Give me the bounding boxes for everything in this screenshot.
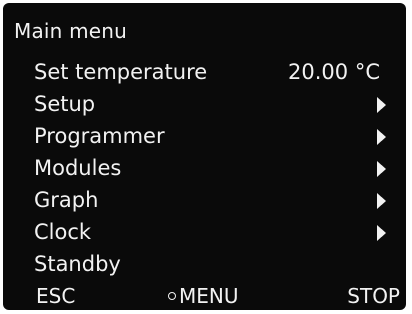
menu-item-label: Setup bbox=[34, 92, 96, 116]
menu-item-graph[interactable]: Graph bbox=[34, 184, 386, 216]
softkey-bar: ESC MENU STOP bbox=[3, 282, 406, 310]
menu-title: Main menu bbox=[14, 19, 128, 43]
circle-icon bbox=[168, 291, 176, 300]
temperature-value: 20.00 °C bbox=[288, 60, 380, 84]
menu-item-label: Programmer bbox=[34, 124, 165, 148]
display-screen: Main menu Set temperature 20.00 °C Setup… bbox=[3, 3, 406, 310]
menu-item-set-temperature[interactable]: Set temperature 20.00 °C bbox=[34, 56, 386, 88]
submenu-arrow-icon bbox=[377, 129, 386, 145]
submenu-arrow-icon bbox=[377, 97, 386, 113]
esc-softkey[interactable]: ESC bbox=[36, 282, 75, 310]
menu-item-programmer[interactable]: Programmer bbox=[34, 120, 386, 152]
submenu-arrow-icon bbox=[377, 225, 386, 241]
main-menu-list: Set temperature 20.00 °C Setup Programme… bbox=[34, 56, 386, 280]
menu-item-clock[interactable]: Clock bbox=[34, 216, 386, 248]
menu-item-modules[interactable]: Modules bbox=[34, 152, 386, 184]
submenu-arrow-icon bbox=[377, 161, 386, 177]
menu-item-label: Graph bbox=[34, 188, 99, 212]
menu-item-label: Modules bbox=[34, 156, 122, 180]
menu-item-setup[interactable]: Setup bbox=[34, 88, 386, 120]
menu-item-standby[interactable]: Standby bbox=[34, 248, 386, 280]
menu-item-label: Set temperature bbox=[34, 60, 208, 84]
menu-item-label: Standby bbox=[34, 252, 121, 276]
submenu-arrow-icon bbox=[377, 193, 386, 209]
menu-item-label: Clock bbox=[34, 220, 92, 244]
stop-softkey[interactable]: STOP bbox=[347, 282, 400, 310]
menu-softkey-label: MENU bbox=[179, 284, 239, 308]
